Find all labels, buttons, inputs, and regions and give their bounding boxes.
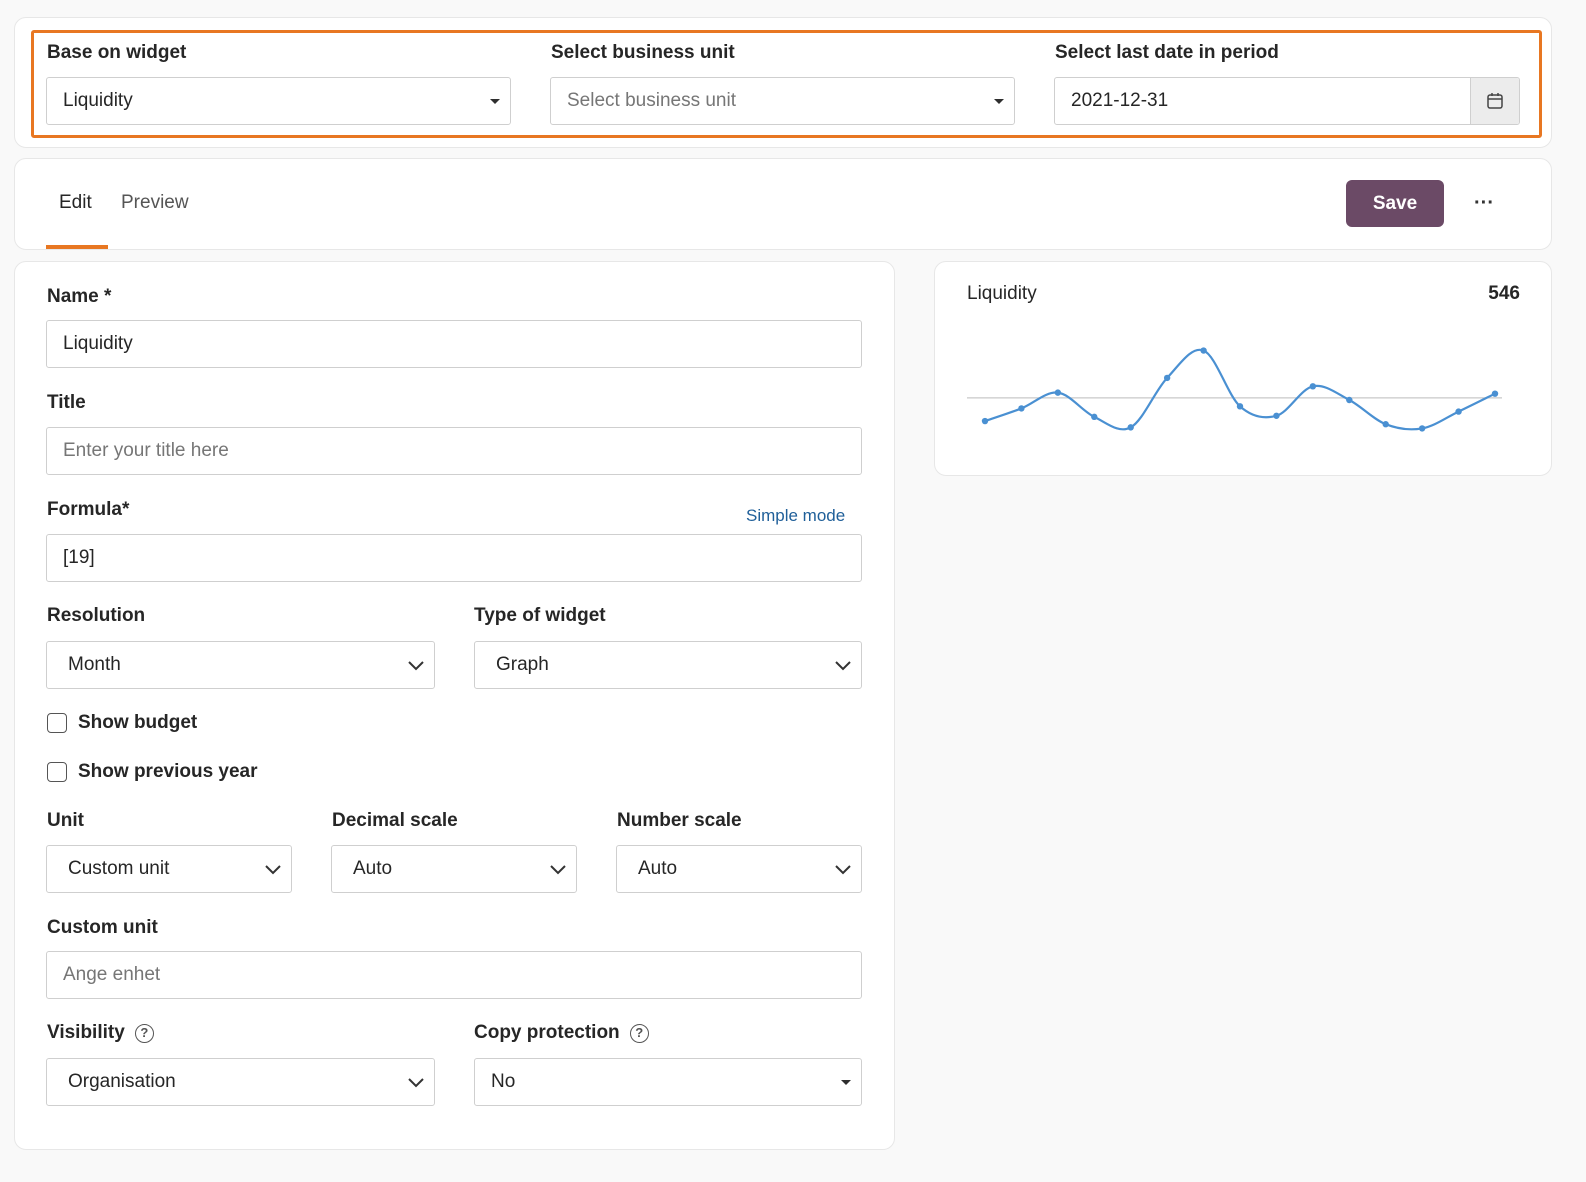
base-widget-value: Liquidity (63, 90, 133, 111)
data-point (1309, 383, 1317, 390)
show-budget-label: Show budget (78, 712, 198, 733)
visibility-label-row: Visibility? (47, 1022, 154, 1044)
name-label: Name * (47, 286, 112, 307)
calendar-icon (1487, 93, 1503, 109)
unit-label: Unit (47, 810, 84, 831)
unit-select[interactable]: Custom unit (46, 845, 292, 893)
chevron-down-icon (408, 1078, 424, 1088)
data-point (1418, 425, 1426, 432)
decimal-scale-label: Decimal scale (332, 810, 458, 831)
caret-down-icon (994, 99, 1004, 104)
business-unit-placeholder: Select business unit (567, 90, 736, 111)
data-point (981, 417, 989, 425)
data-point (1054, 389, 1062, 396)
chevron-down-icon (835, 661, 851, 671)
data-point (1163, 374, 1171, 382)
title-label: Title (47, 392, 86, 413)
data-point (1273, 412, 1280, 419)
visibility-select[interactable]: Organisation (46, 1058, 435, 1106)
save-button[interactable]: Save (1346, 180, 1444, 227)
base-widget-select[interactable]: Liquidity (46, 77, 511, 125)
unit-value: Custom unit (68, 858, 170, 879)
title-input[interactable]: Enter your title here (46, 427, 862, 475)
preview-value: 546 (1488, 283, 1520, 304)
business-unit-label: Select business unit (551, 42, 735, 63)
chevron-down-icon (408, 661, 424, 671)
simple-mode-link[interactable]: Simple mode (746, 506, 845, 526)
copy-protection-label: Copy protection (474, 1022, 620, 1043)
help-icon[interactable]: ? (134, 1024, 154, 1043)
number-scale-label: Number scale (617, 810, 742, 831)
tab-edit[interactable]: Edit (59, 192, 92, 214)
more-options-icon[interactable]: ··· (1468, 188, 1500, 218)
show-budget-checkbox[interactable] (47, 713, 67, 733)
chevron-down-icon (835, 865, 851, 875)
tabs-card (14, 158, 1552, 250)
widget-type-value: Graph (496, 654, 549, 675)
data-point (1455, 408, 1462, 415)
series-line (984, 348, 1496, 431)
show-previous-year-label: Show previous year (78, 761, 258, 782)
custom-unit-label: Custom unit (47, 917, 158, 938)
resolution-select[interactable]: Month (46, 641, 435, 689)
widget-type-select[interactable]: Graph (474, 641, 862, 689)
last-date-value: 2021-12-31 (1071, 90, 1169, 111)
tab-preview[interactable]: Preview (121, 192, 189, 214)
form-card (14, 261, 895, 1150)
data-point (1127, 424, 1134, 431)
data-point (1491, 390, 1499, 397)
last-date-input[interactable]: 2021-12-31 (1054, 77, 1520, 125)
last-date-label: Select last date in period (1055, 42, 1279, 63)
widget-type-label: Type of widget (474, 605, 606, 626)
tab-edit-underline (46, 245, 108, 249)
formula-value: [19] (63, 547, 95, 568)
copy-protection-label-row: Copy protection? (474, 1022, 649, 1044)
copy-protection-value: No (491, 1071, 516, 1092)
business-unit-select[interactable]: Select business unit (550, 77, 1015, 125)
data-point (1200, 347, 1207, 354)
copy-protection-select[interactable]: No (474, 1058, 862, 1106)
chevron-down-icon (265, 865, 281, 875)
custom-unit-input[interactable]: Ange enhet (46, 951, 862, 999)
decimal-scale-value: Auto (353, 858, 393, 879)
calendar-button[interactable] (1470, 78, 1519, 124)
visibility-value: Organisation (68, 1071, 176, 1092)
custom-unit-placeholder: Ange enhet (63, 964, 161, 985)
data-point (1236, 403, 1244, 410)
show-previous-year-checkbox[interactable] (47, 762, 67, 782)
data-point (1018, 405, 1025, 412)
visibility-label: Visibility (47, 1022, 125, 1043)
name-input[interactable]: Liquidity (46, 320, 862, 368)
number-scale-value: Auto (638, 858, 678, 879)
number-scale-select[interactable]: Auto (616, 845, 862, 893)
preview-title: Liquidity (967, 283, 1037, 304)
caret-down-icon (841, 1080, 851, 1085)
chevron-down-icon (550, 865, 566, 875)
formula-label: Formula* (47, 499, 130, 520)
data-point (1346, 396, 1353, 404)
decimal-scale-select[interactable]: Auto (331, 845, 577, 893)
resolution-value: Month (68, 654, 121, 675)
formula-input[interactable]: [19] (46, 534, 862, 582)
caret-down-icon (490, 99, 500, 104)
help-icon[interactable]: ? (629, 1024, 649, 1043)
liquidity-chart (967, 347, 1502, 432)
name-value: Liquidity (63, 333, 133, 354)
resolution-label: Resolution (47, 605, 146, 626)
base-widget-label: Base on widget (47, 42, 187, 63)
data-point (1382, 421, 1389, 428)
title-placeholder: Enter your title here (63, 440, 229, 461)
data-point (1091, 413, 1098, 421)
